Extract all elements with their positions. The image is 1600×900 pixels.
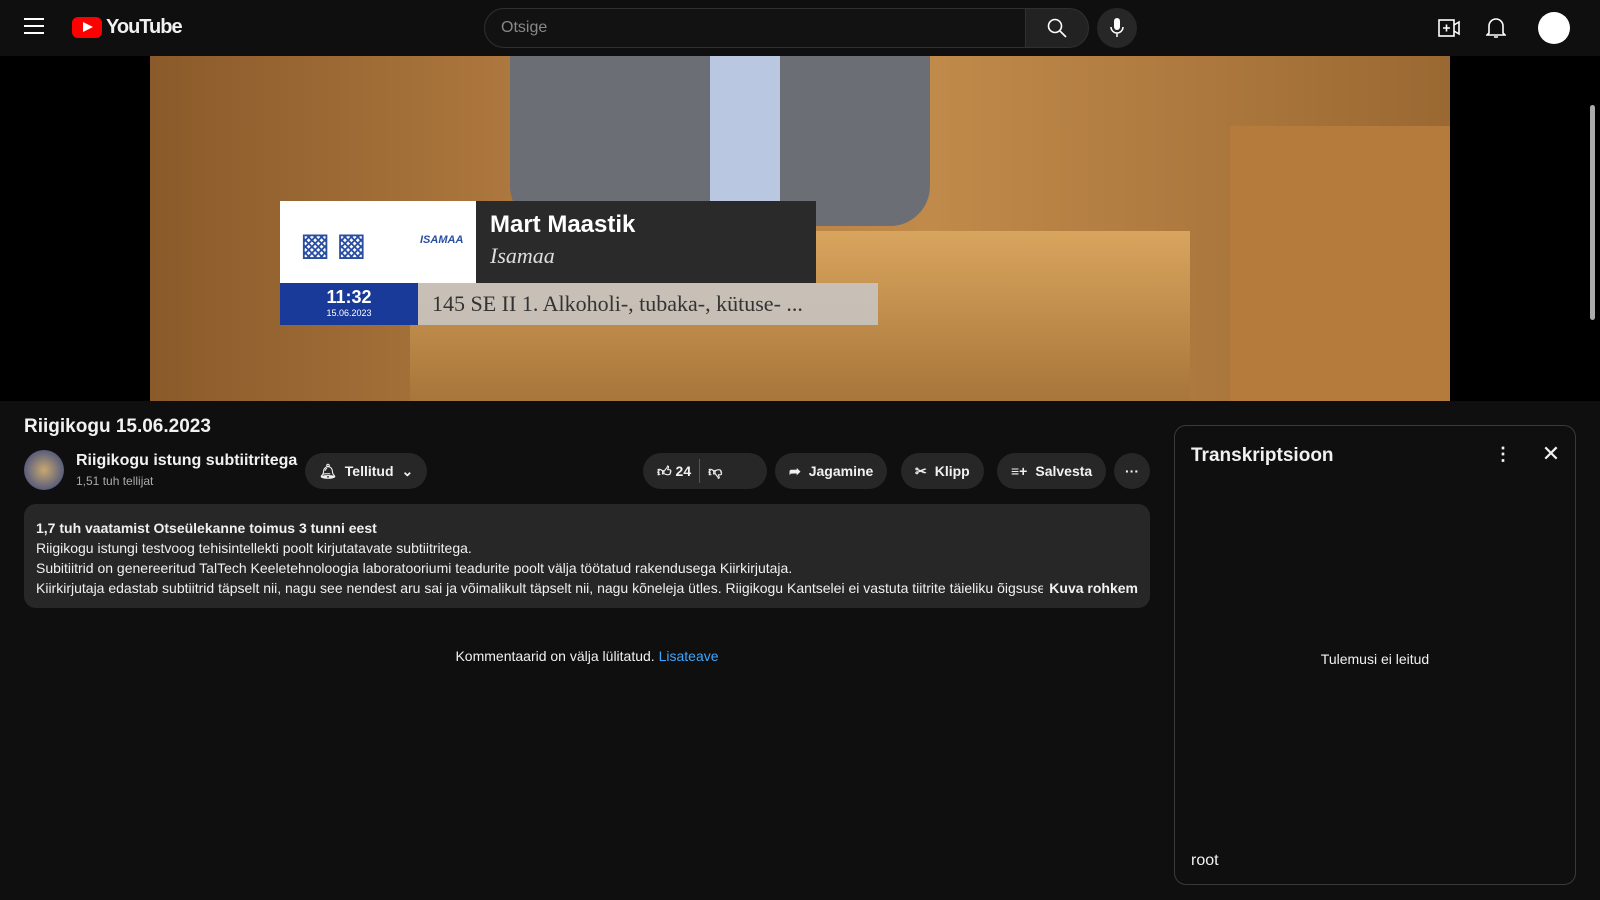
more-actions-icon[interactable]: ··· xyxy=(1114,453,1150,489)
chevron-down-icon: ⌄ xyxy=(401,462,414,479)
more-vert-icon[interactable]: ⋮ xyxy=(1493,442,1513,466)
menu-icon[interactable] xyxy=(24,18,44,34)
save-label: Salvesta xyxy=(1035,463,1093,479)
save-button[interactable]: ≡+ Salvesta xyxy=(997,453,1107,489)
share-button[interactable]: ➦ Jagamine xyxy=(775,453,888,489)
time: 11:32 xyxy=(326,287,372,307)
learn-more-link[interactable]: Lisateave xyxy=(659,648,719,664)
create-icon[interactable] xyxy=(1436,16,1462,40)
channel-avatar[interactable] xyxy=(24,450,64,490)
like-button[interactable]: 👍︎ 24 xyxy=(657,463,691,480)
like-count: 24 xyxy=(675,462,692,479)
scissors-icon: ✂ xyxy=(915,462,927,479)
search-icon xyxy=(1047,18,1067,38)
bell-icon: 🔔︎ xyxy=(319,462,337,479)
no-results: Tulemusi ei leitud xyxy=(1320,651,1430,667)
voice-search-button[interactable] xyxy=(1097,8,1137,48)
subscriber-count: 1,51 tuh tellijat xyxy=(76,474,154,488)
description-line: Subitiitrid on genereeritud TalTech Keel… xyxy=(36,560,793,576)
mic-icon xyxy=(1110,18,1124,37)
parliament-emblem: ▩▩ xyxy=(300,226,373,262)
date: 15.06.2023 xyxy=(326,308,372,318)
video-title: Riigikogu 15.06.2023 xyxy=(24,416,211,437)
share-icon: ➦ xyxy=(789,462,801,479)
top-bar: YouTube Otsige xyxy=(0,0,1600,56)
close-icon[interactable]: ✕ xyxy=(1539,441,1563,466)
dislike-icon[interactable]: 👎︎ xyxy=(708,463,722,480)
like-dislike-group: 👍︎ 24 👎︎ xyxy=(643,453,767,489)
subscribe-label: Tellitud xyxy=(344,463,394,479)
search-button[interactable] xyxy=(1025,8,1089,48)
description-box[interactable]: 1,7 tuh vaatamist Otseülekanne toimus 3 … xyxy=(24,504,1150,608)
description-line: Kiirkirjutaja edastab subtiitrid täpselt… xyxy=(36,580,1046,596)
youtube-logo[interactable]: YouTube xyxy=(72,16,183,39)
playlist-add-icon: ≡+ xyxy=(1011,463,1028,479)
channel-name[interactable]: Riigikogu istung subtiitritega xyxy=(76,452,297,470)
speaker-party: Isamaa xyxy=(490,243,555,268)
scrollbar[interactable] xyxy=(1590,105,1595,320)
comments-text: Kommentaarid on välja lülitatud. xyxy=(455,648,655,664)
clip-button[interactable]: ✂ Klipp xyxy=(901,453,984,489)
lower-third-time: 11:32 15.06.2023 xyxy=(280,283,418,325)
share-label: Jagamine xyxy=(808,463,874,479)
youtube-play-icon xyxy=(72,17,102,38)
search-input[interactable]: Otsige xyxy=(484,8,1026,48)
bell-icon[interactable] xyxy=(1484,16,1508,40)
lower-third-name: Mart Maastik Isamaa xyxy=(476,201,816,283)
transcript-footer: root xyxy=(1191,852,1219,869)
video-frame: ▩▩ ISAMAA Mart Maastik Isamaa 11:32 15.06.… xyxy=(150,56,1450,401)
clip-label: Klipp xyxy=(934,463,970,479)
subscribe-button[interactable]: 🔔︎ Tellitud ⌄ xyxy=(305,453,428,489)
show-more-button[interactable]: Kuva rohkem xyxy=(1043,578,1138,598)
transcript-title: Transkriptsioon xyxy=(1191,445,1334,466)
desk xyxy=(1230,126,1450,401)
comments-disabled: Kommentaarid on välja lülitatud. Lisatea… xyxy=(0,648,1174,664)
view-stats: 1,7 tuh vaatamist Otseülekanne toimus 3 … xyxy=(36,520,377,536)
speaker-name: Mart Maastik xyxy=(490,211,636,238)
description-line: Riigikogu istungi testvoog tehisintellek… xyxy=(36,540,472,556)
account-avatar[interactable] xyxy=(1538,12,1570,44)
party-logo: ISAMAA xyxy=(420,234,464,246)
transcript-panel: Transkriptsioon ⋮ ✕ Tulemusi ei leitud r… xyxy=(1174,425,1576,885)
video-player[interactable]: ▩▩ ISAMAA Mart Maastik Isamaa 11:32 15.06.… xyxy=(0,56,1600,401)
agenda-item: 145 SE II 1. Alkoholi-, tubaka-, kütuse-… xyxy=(418,283,878,325)
